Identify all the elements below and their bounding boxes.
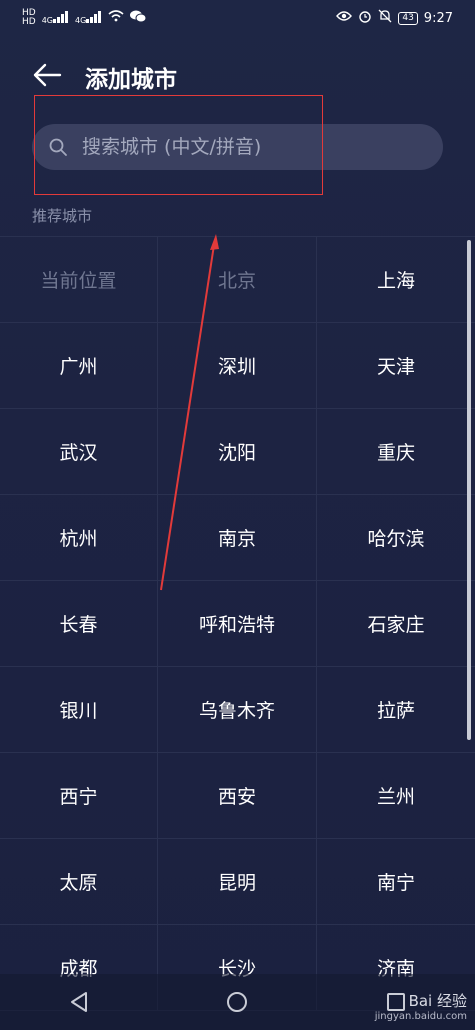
city-cell[interactable]: 北京 (158, 237, 317, 323)
city-cell[interactable]: 南宁 (317, 839, 475, 925)
city-cell[interactable]: 长春 (0, 581, 158, 667)
search-input[interactable] (80, 135, 414, 159)
city-cell[interactable]: 太原 (0, 839, 158, 925)
city-cell[interactable]: 银川 (0, 667, 158, 753)
search-box[interactable] (32, 124, 443, 170)
hd-indicator: HD HD (22, 8, 36, 27)
wechat-icon (130, 10, 147, 27)
city-cell[interactable]: 武汉 (0, 409, 158, 495)
section-label-recommended: 推荐城市 (32, 207, 93, 225)
search-icon (49, 138, 67, 156)
page-title: 添加城市 (85, 67, 177, 93)
mute-icon (378, 9, 392, 27)
nav-back-button[interactable] (67, 990, 91, 1014)
signal-icon-2: 4G (75, 11, 102, 25)
back-button[interactable] (30, 60, 64, 90)
city-cell[interactable]: 沈阳 (158, 409, 317, 495)
city-cell[interactable]: 哈尔滨 (317, 495, 475, 581)
arrow-left-icon (33, 63, 62, 87)
status-bar: HD HD 4G 4G 43 9:27 (0, 0, 475, 36)
city-cell[interactable]: 当前位置 (0, 237, 158, 323)
watermark: Bai 经验 jingyan.baidu.com (375, 990, 467, 1022)
alarm-icon (358, 9, 372, 27)
city-cell[interactable]: 西安 (158, 753, 317, 839)
signal-icon: 4G (42, 11, 69, 25)
city-cell[interactable]: 深圳 (158, 323, 317, 409)
city-cell[interactable]: 广州 (0, 323, 158, 409)
circle-home-icon (227, 992, 248, 1012)
battery-indicator: 43 (398, 11, 418, 25)
status-left: HD HD 4G 4G (22, 8, 147, 27)
city-cell[interactable]: 乌鲁木齐 (158, 667, 317, 753)
city-cell[interactable]: 南京 (158, 495, 317, 581)
city-cell[interactable]: 西宁 (0, 753, 158, 839)
city-cell[interactable]: 重庆 (317, 409, 475, 495)
nav-home-button[interactable] (225, 990, 249, 1014)
city-cell[interactable]: 上海 (317, 237, 475, 323)
city-cell[interactable]: 杭州 (0, 495, 158, 581)
scrollbar[interactable] (467, 240, 471, 740)
city-grid: 当前位置 北京 上海广州 深圳 天津武汉 沈阳 重庆杭州 南京 哈尔滨长春 呼和浩特 石家庄银川 乌鲁… (0, 236, 475, 1011)
city-cell[interactable]: 石家庄 (317, 581, 475, 667)
watermark-brand: Bai 经验 (408, 992, 467, 1010)
clock: 9:27 (423, 10, 453, 26)
city-cell[interactable]: 拉萨 (317, 667, 475, 753)
city-cell[interactable]: 兰州 (317, 753, 475, 839)
status-right: 43 9:27 (336, 9, 453, 27)
triangle-back-icon (71, 992, 88, 1012)
header: 添加城市 (0, 50, 475, 100)
city-cell[interactable]: 天津 (317, 323, 475, 409)
eye-icon (336, 10, 353, 26)
city-cell[interactable]: 昆明 (158, 839, 317, 925)
city-cell[interactable]: 呼和浩特 (158, 581, 317, 667)
watermark-url: jingyan.baidu.com (374, 1011, 467, 1022)
wifi-icon (108, 10, 124, 26)
